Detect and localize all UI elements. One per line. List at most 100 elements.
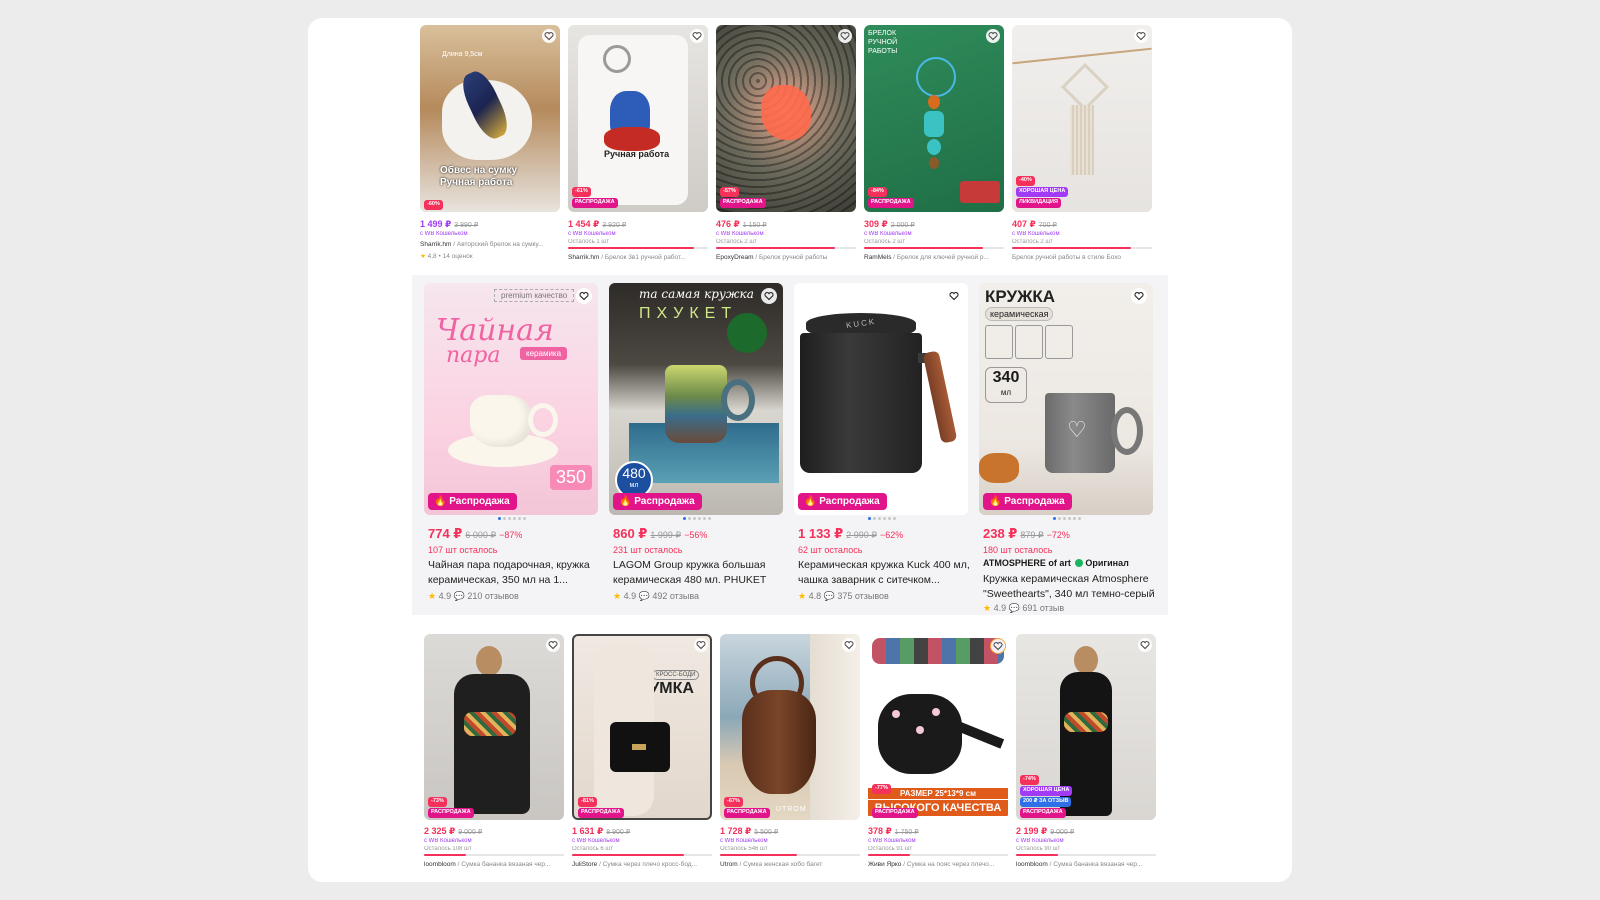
image-caption: Ручная работа [604, 149, 670, 159]
product-row-bags: -73% РАСПРОДАЖА 2 325 ₽9 000 ₽ с WB Коше… [420, 632, 1160, 877]
favorite-heart-icon[interactable] [1138, 638, 1152, 652]
product-image[interactable]: РАЗМЕР 25*13*9 см ВЫСОКОГО КАЧЕСТВА -77%… [868, 634, 1008, 820]
product-card[interactable]: -40% ХОРОШАЯ ЦЕНА ЛИКВИДАЦИЯ 407 ₽700 ₽ … [1012, 25, 1152, 265]
product-image[interactable]: БРЕЛОК РУЧНОЙ РАБОТЫ -84% РАСПРОДАЖА [864, 25, 1004, 212]
favorite-heart-icon[interactable] [1134, 29, 1148, 43]
image-tag: КРОСС-БОДИ [652, 670, 700, 680]
image-subtitle: керамическая [985, 307, 1054, 321]
favorite-heart-icon[interactable] [761, 288, 777, 304]
stock-progress [568, 247, 708, 249]
product-card[interactable]: -57% РАСПРОДАЖА 476 ₽1 150 ₽ с WB Кошель… [716, 25, 856, 265]
product-card[interactable]: -74% ХОРОШАЯ ЦЕНА 200 ₽ ЗА ОТЗЫВ РАСПРОД… [1016, 634, 1156, 877]
image-note: Длина 9,5см [442, 51, 483, 58]
favorite-heart-icon[interactable] [990, 638, 1006, 654]
product-image[interactable]: premium качество Чайная пара керамика 35… [424, 283, 598, 515]
discount-badge: -40% [1016, 176, 1035, 186]
favorite-heart-icon[interactable] [694, 638, 708, 652]
product-card[interactable]: -73% РАСПРОДАЖА 2 325 ₽9 000 ₽ с WB Коше… [424, 634, 564, 877]
product-card[interactable]: КРУЖКА керамическая 340 мл ♡ 🔥 Распродажа… [979, 283, 1155, 613]
price: 860 ₽1 999 ₽ −56% [613, 526, 708, 541]
discount-badge: -57% [720, 187, 739, 197]
image-carousel-dots[interactable] [1053, 517, 1081, 520]
product-title[interactable]: JuliStore / Сумка через плечо кросс-бод.… [572, 861, 712, 868]
sale-badge: РАСПРОДАЖА [872, 808, 918, 818]
product-image[interactable]: -73% РАСПРОДАЖА [424, 634, 564, 820]
product-card[interactable]: та самая кружка ПХУКЕТ 480 мл 🔥 Распродаж… [609, 283, 783, 613]
wallet-note: с WB Кошельком [1012, 231, 1060, 237]
image-carousel-dots[interactable] [868, 517, 896, 520]
volume-badge: 340 мл [985, 367, 1027, 403]
product-card[interactable]: РАЗМЕР 25*13*9 см ВЫСОКОГО КАЧЕСТВА -77%… [868, 634, 1008, 877]
stock-note: Осталось 108 шт [424, 846, 472, 852]
product-image[interactable]: -57% РАСПРОДАЖА [716, 25, 856, 212]
wallet-note: с WB Кошельком [716, 231, 764, 237]
favorite-heart-icon[interactable] [690, 29, 704, 43]
product-image[interactable]: KUCK [794, 283, 968, 515]
product-row-mugs: premium качество Чайная пара керамика 35… [412, 275, 1168, 615]
product-image[interactable]: та самая кружка ПХУКЕТ 480 мл [609, 283, 783, 515]
product-card[interactable]: Длина 9,5см Обвес на сумку Ручная работа… [420, 25, 560, 265]
product-card[interactable]: БРЕЛОК РУЧНОЙ РАБОТЫ -84% РАСПРОДАЖА 309 ₽… [864, 25, 1004, 265]
product-image[interactable]: КРОСС-БОДИ СУМКА -81% РАСПРОДАЖА [572, 634, 712, 820]
good-price-badge: ХОРОШАЯ ЦЕНА [1020, 786, 1073, 796]
stock-progress [716, 247, 856, 249]
image-carousel-dots[interactable] [683, 517, 711, 520]
favorite-heart-icon[interactable] [1131, 288, 1147, 304]
product-title[interactable]: LAGOM Group кружка большая керамическая … [613, 558, 785, 588]
product-image[interactable]: UTROM -67% РАСПРОДАЖА [720, 634, 860, 820]
stock-progress [1016, 854, 1156, 856]
sale-badge: РАСПРОДАЖА [428, 808, 474, 818]
discount-badge: -67% [724, 797, 743, 807]
product-title[interactable]: Кружка керамическая Atmosphere "Sweethea… [983, 572, 1155, 602]
favorite-heart-icon[interactable] [946, 288, 962, 304]
sale-badge: 🔥 Распродажа [983, 493, 1072, 510]
product-image[interactable]: Ручная работа -61% РАСПРОДАЖА [568, 25, 708, 212]
product-card[interactable]: KUCK 🔥 Распродажа 1 133 ₽2 990 ₽ −62% 62 … [794, 283, 970, 613]
image-title: та самая кружка [639, 287, 754, 301]
rating: ★ 4.9 💬 210 отзывов [428, 591, 519, 601]
discount-badge: -77% [872, 784, 891, 794]
product-title[interactable]: Sharrik.hm / Авторский брелок на сумку..… [420, 241, 560, 248]
product-card[interactable]: Ручная работа -61% РАСПРОДАЖА 1 454 ₽3 9… [568, 25, 708, 265]
product-title[interactable]: Utrom / Сумка женская хобо багет [720, 861, 860, 868]
favorite-heart-icon[interactable] [838, 29, 852, 43]
stock-note: Осталось 2 шт [716, 239, 757, 245]
product-card[interactable]: premium качество Чайная пара керамика 35… [424, 283, 598, 613]
product-image[interactable]: КРУЖКА керамическая 340 мл ♡ [979, 283, 1153, 515]
favorite-heart-icon[interactable] [542, 29, 556, 43]
product-card[interactable]: UTROM -67% РАСПРОДАЖА 1 728 ₽5 500 ₽ с W… [720, 634, 860, 877]
rating: ★ 4.9 💬 691 отзыв [983, 603, 1065, 613]
favorite-heart-icon[interactable] [546, 638, 560, 652]
product-title[interactable]: Живи Ярко / Сумка на пояс через плечо... [868, 861, 1008, 868]
wallet-note: с WB Кошельком [572, 838, 620, 844]
favorite-heart-icon[interactable] [986, 29, 1000, 43]
wallet-note: с WB Кошельком [720, 838, 768, 844]
image-carousel-dots[interactable] [498, 517, 526, 520]
product-title[interactable]: Sharrik.hm / Брелок 3в1 ручной работ... [568, 254, 708, 261]
product-title[interactable]: RamMels / Брелок для ключей ручной р... [864, 254, 1004, 261]
product-title[interactable]: Брелок ручной работы в стиле Бохо [1012, 254, 1152, 261]
discount-badge: -84% [868, 187, 887, 197]
product-image[interactable]: Длина 9,5см Обвес на сумку Ручная работа… [420, 25, 560, 212]
product-card[interactable]: КРОСС-БОДИ СУМКА -81% РАСПРОДАЖА 1 631 ₽… [572, 634, 712, 877]
image-caption: БРЕЛОК РУЧНОЙ РАБОТЫ [868, 30, 898, 55]
product-title[interactable]: Чайная пара подарочная, кружка керамичес… [428, 558, 600, 588]
product-image[interactable]: -74% ХОРОШАЯ ЦЕНА 200 ₽ ЗА ОТЗЫВ РАСПРОД… [1016, 634, 1156, 820]
product-title[interactable]: Керамическая кружка Kuck 400 мл, чашка з… [798, 558, 970, 588]
discount-badge: -73% [428, 797, 447, 807]
product-title[interactable]: EpoxyDream / Брелок ручной работы [716, 254, 856, 261]
wallet-note: с WB Кошельком [568, 231, 616, 237]
price: 378 ₽1 750 ₽ [868, 826, 919, 836]
product-title[interactable]: loombloom / Сумка бананка вязаная чер... [1016, 861, 1156, 868]
favorite-heart-icon[interactable] [576, 288, 592, 304]
stock-progress [424, 854, 564, 856]
discount-badge: -61% [572, 187, 591, 197]
product-title[interactable]: loombloom / Сумка бананка вязаная чер... [424, 861, 564, 868]
brand-name[interactable]: ATMOSPHERE of art Оригинал [983, 558, 1129, 568]
favorite-heart-icon[interactable] [842, 638, 856, 652]
stock-note: Осталось 91 шт [868, 846, 913, 852]
sale-badge: РАСПРОДАЖА [868, 198, 914, 208]
stock-note: 180 шт осталось [983, 545, 1053, 555]
product-image[interactable]: -40% ХОРОШАЯ ЦЕНА ЛИКВИДАЦИЯ [1012, 25, 1152, 212]
stock-progress [864, 247, 1004, 249]
